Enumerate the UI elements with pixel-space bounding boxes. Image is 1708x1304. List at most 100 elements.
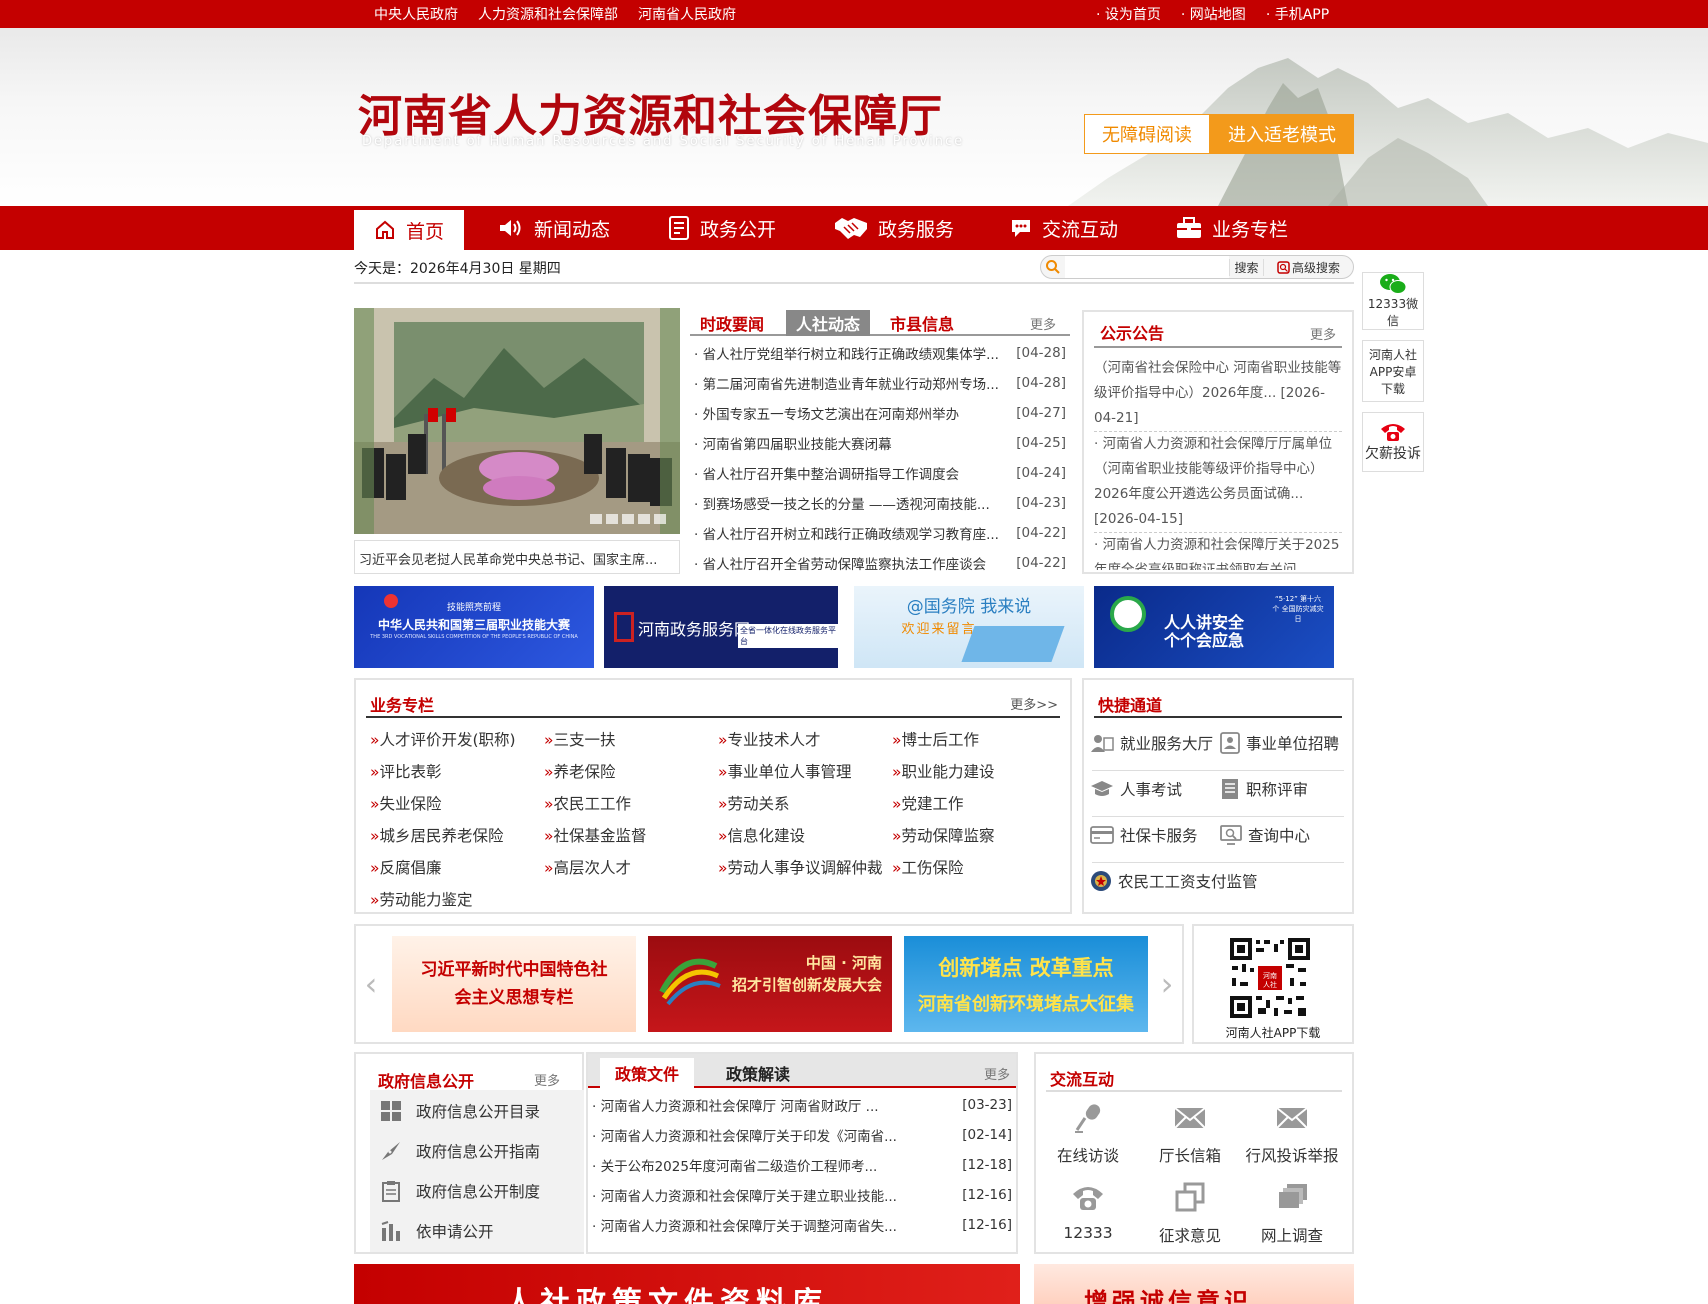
quick-personnel-exam[interactable]: 人事考试 (1090, 778, 1182, 800)
search-button[interactable]: 搜索 (1229, 258, 1263, 276)
exchange-director-mailbox[interactable]: 厅长信箱 (1140, 1102, 1240, 1166)
exchange-solicit-opinion[interactable]: 征求意见 (1140, 1182, 1240, 1246)
list-item[interactable]: · 外国专家五一专场文艺演出在河南郑州举办 [04-27] (694, 398, 1066, 428)
list-item[interactable]: · 第二届河南省先进制造业青年就业行动郑州专场... [04-28] (694, 368, 1066, 398)
list-item[interactable]: · 河南省人力资源和社会保障厅厅属单位（河南省职业技能等级评价指导中心）2026… (1094, 432, 1342, 533)
business-link[interactable]: »劳动能力鉴定 (370, 888, 544, 912)
advanced-search-button[interactable]: 高级搜索 (1263, 258, 1353, 276)
exchange-online-survey[interactable]: 网上调查 (1242, 1182, 1342, 1246)
business-link[interactable]: »事业单位人事管理 (718, 760, 892, 784)
business-link[interactable]: »农民工工作 (544, 792, 718, 816)
business-link[interactable]: »职业能力建设 (892, 760, 1060, 784)
list-item[interactable]: （河南省社会保险中心 河南省职业技能等级评价指导中心）2026年度... [20… (1094, 348, 1342, 432)
tab-politics-news[interactable]: 时政要闻 (700, 310, 764, 336)
list-item[interactable]: · 河南省人力资源和社会保障厅 河南省财政厅 ... [03-23] (592, 1090, 1012, 1120)
slide-dot[interactable] (606, 514, 618, 524)
list-item[interactable]: · 省人社厅召开树立和践行正确政绩观学习教育座... [04-22] (694, 518, 1066, 548)
gov-info-rules[interactable]: 政府信息公开制度 (380, 1180, 540, 1202)
nav-gov-affairs[interactable]: 政务公开 (668, 206, 776, 250)
exchange-complaint[interactable]: 行风投诉举报 (1242, 1102, 1342, 1166)
list-item[interactable]: · 省人社厅召开集中整治调研指导工作调度会 [04-24] (694, 458, 1066, 488)
link-mobile-app[interactable]: · 手机APP (1266, 4, 1329, 24)
business-link[interactable]: »高层次人才 (544, 856, 718, 880)
policy-more-link[interactable]: 更多 (984, 1064, 1010, 1083)
business-link[interactable]: »党建工作 (892, 792, 1060, 816)
accessible-reading-button[interactable]: 无障碍阅读 (1084, 114, 1210, 154)
list-item[interactable]: · 省人社厅召开全省劳动保障监察执法工作座谈会 [04-22] (694, 548, 1066, 578)
quick-title-review[interactable]: 职称评审 (1220, 778, 1308, 800)
list-item[interactable]: · 河南省人力资源和社会保障厅关于调整河南省失... [12-16] (592, 1210, 1012, 1240)
safety-banner[interactable]: 人人讲安全 个个会应急 “5·12” 第十六个 全国防灾减灾日 (1094, 586, 1334, 668)
business-more-link[interactable]: 更多>> (1010, 694, 1058, 713)
gov-info-apply[interactable]: 依申请公开 (380, 1220, 494, 1242)
quick-institution-recruit[interactable]: 事业单位招聘 (1220, 732, 1339, 754)
link-henan-gov[interactable]: 河南省人民政府 (638, 4, 736, 24)
tab-hrss-news[interactable]: 人社动态 (786, 310, 871, 336)
list-item[interactable]: · 河南省人力资源和社会保障厅关于2025年度全省高级职称证书领取有关问... (1094, 533, 1342, 570)
gov-info-guide[interactable]: 政府信息公开指南 (380, 1140, 540, 1162)
business-link[interactable]: »信息化建设 (718, 824, 892, 848)
nav-home[interactable]: 首页 (354, 210, 464, 250)
slide-dot[interactable] (654, 514, 666, 524)
business-link[interactable]: »三支一扶 (544, 728, 718, 752)
wage-complaint-button[interactable]: 欠薪投诉 (1362, 412, 1424, 472)
list-item[interactable]: · 河南省人力资源和社会保障厅关于建立职业技能... [12-16] (592, 1180, 1012, 1210)
gov-info-catalog[interactable]: 政府信息公开目录 (380, 1100, 540, 1122)
integrity-banner[interactable]: 增强诚信意识 (1034, 1264, 1354, 1304)
business-link[interactable]: »专业技术人才 (718, 728, 892, 752)
elder-mode-button[interactable]: 进入适老模式 (1210, 114, 1354, 154)
business-link[interactable]: »博士后工作 (892, 728, 1060, 752)
exchange-online-interview[interactable]: 在线访谈 (1038, 1102, 1138, 1166)
list-item[interactable]: · 河南省人力资源和社会保障厅关于印发《河南省... [02-14] (592, 1120, 1012, 1150)
slideshow-caption[interactable]: 习近平会见老挝人民革命党中央总书记、国家主席... (354, 540, 680, 574)
list-item[interactable]: · 河南省第四届职业技能大赛闭幕 [04-25] (694, 428, 1066, 458)
slide-dot[interactable] (622, 514, 634, 524)
carousel-prev-arrow[interactable]: ‹ (360, 964, 382, 1004)
business-link[interactable]: »反腐倡廉 (370, 856, 544, 880)
business-link[interactable]: »劳动人事争议调解仲裁 (718, 856, 892, 880)
business-link[interactable]: »失业保险 (370, 792, 544, 816)
policy-database-banner[interactable]: 人社政策文件资料库 (354, 1264, 1020, 1304)
news-more-link[interactable]: 更多 (1030, 314, 1056, 333)
app-download-button[interactable]: 河南人社APP安卓下载 (1362, 340, 1424, 402)
nav-news[interactable]: 新闻动态 (498, 206, 610, 250)
wechat-12333-button[interactable]: 12333微信 (1362, 272, 1424, 330)
exchange-hotline[interactable]: 12333 (1038, 1182, 1138, 1242)
tab-city-county-news[interactable]: 市县信息 (890, 310, 954, 336)
business-link[interactable]: »社保基金监督 (544, 824, 718, 848)
slide-dot[interactable] (590, 514, 602, 524)
business-link[interactable]: »工伤保险 (892, 856, 1060, 880)
search-input[interactable] (1065, 256, 1229, 278)
nav-business[interactable]: 业务专栏 (1176, 206, 1288, 250)
business-link[interactable]: »劳动关系 (718, 792, 892, 816)
nav-interaction[interactable]: 交流互动 (1010, 206, 1118, 250)
tab-policy-docs[interactable]: 政策文件 (600, 1058, 694, 1088)
henan-gov-service-banner[interactable]: 河南政务服务网 全省一体化在线政务服务平台 (604, 586, 838, 668)
list-item[interactable]: · 关于公布2025年度河南省二级造价工程师考... [12-18] (592, 1150, 1012, 1180)
quick-employment-hall[interactable]: 就业服务大厅 (1090, 732, 1213, 754)
link-mohrss[interactable]: 人力资源和社会保障部 (478, 4, 618, 24)
link-set-homepage[interactable]: · 设为首页 (1096, 4, 1161, 24)
news-slideshow-image[interactable] (354, 308, 680, 534)
quick-query-center[interactable]: 查询中心 (1220, 824, 1310, 846)
link-central-gov[interactable]: 中央人民政府 (374, 4, 458, 24)
quick-migrant-wage[interactable]: 农民工工资支付监管 (1090, 870, 1258, 892)
business-link[interactable]: »劳动保障监察 (892, 824, 1060, 848)
promo-xi-thought-banner[interactable]: 习近平新时代中国特色社会主义思想专栏 (392, 936, 636, 1032)
state-council-banner[interactable]: @国务院 我来说 欢迎来留言 (854, 586, 1084, 668)
business-link[interactable]: »评比表彰 (370, 760, 544, 784)
tab-policy-interpret[interactable]: 政策解读 (708, 1058, 808, 1088)
list-item[interactable]: · 到赛场感受一技之长的分量 ——透视河南技能... [04-23] (694, 488, 1066, 518)
carousel-next-arrow[interactable]: › (1156, 964, 1178, 1004)
notice-more-link[interactable]: 更多 (1310, 324, 1336, 343)
list-item[interactable]: · 省人社厅党组举行树立和践行正确政绩观集体学... [04-28] (694, 338, 1066, 368)
quick-social-card[interactable]: 社保卡服务 (1090, 824, 1198, 846)
promo-talent-conference-banner[interactable]: 中国 · 河南 招才引智创新发展大会 (648, 936, 892, 1032)
skills-competition-banner[interactable]: 技能照亮前程 中华人民共和国第三届职业技能大赛 THE 3RD VOCATION… (354, 586, 594, 668)
gov-info-more-link[interactable]: 更多 (534, 1070, 560, 1089)
business-link[interactable]: »人才评价开发(职称) (370, 728, 544, 752)
promo-innovation-banner[interactable]: 创新堵点 改革重点 河南省创新环境堵点大征集 (904, 936, 1148, 1032)
business-link[interactable]: »养老保险 (544, 760, 718, 784)
business-link[interactable]: »城乡居民养老保险 (370, 824, 544, 848)
slide-dot[interactable] (638, 514, 650, 524)
